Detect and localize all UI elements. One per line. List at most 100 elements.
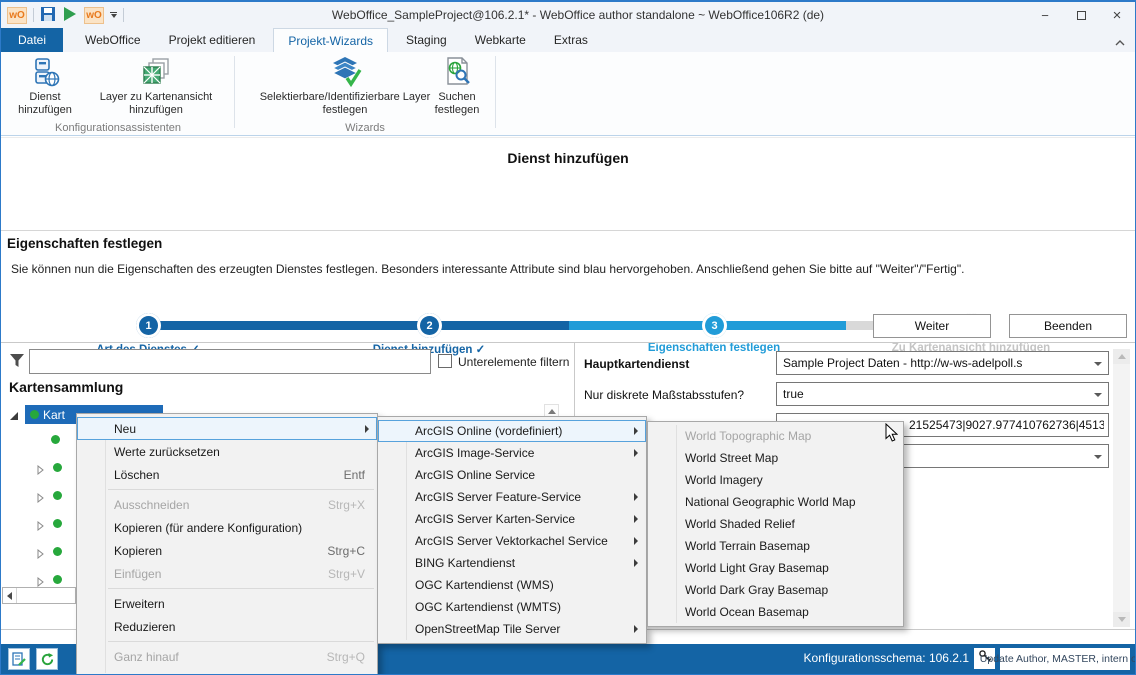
submenu-item-arcgis-online-service[interactable]: ArcGIS Online Service xyxy=(378,464,646,486)
close-button[interactable]: × xyxy=(1099,2,1135,28)
submenu-item-ogc-kartendienst-wmts[interactable]: OGC Kartendienst (WMTS) xyxy=(378,596,646,618)
menu-item-label: OGC Kartendienst (WMTS) xyxy=(415,600,561,614)
project-check-button[interactable] xyxy=(8,648,30,670)
collapse-ribbon-icon[interactable] xyxy=(1115,33,1125,51)
menu-item-kopieren-andere-konfiguration[interactable]: Kopieren (für andere Konfiguration) xyxy=(77,516,377,539)
submenu-item-world-terrain-basemap[interactable]: World Terrain Basemap xyxy=(648,535,903,557)
refresh-button[interactable] xyxy=(36,648,58,670)
ribbon-button-label: Suchen festlegen xyxy=(422,91,492,117)
tab-datei[interactable]: Datei xyxy=(1,28,63,52)
menu-item-label: Werte zurücksetzen xyxy=(114,445,220,459)
menu-item-label: Einfügen xyxy=(114,567,161,581)
menu-item-label: World Street Map xyxy=(685,451,778,465)
menu-shortcut: Strg+X xyxy=(310,498,365,512)
menu-item-label: BING Kartendienst xyxy=(415,556,515,570)
menu-item-label: World Shaded Relief xyxy=(685,517,795,531)
menu-item-neu[interactable]: Neu xyxy=(77,417,377,440)
layer-zu-kartenansicht-button[interactable]: Layer zu Kartenansicht hinzufügen xyxy=(81,55,231,117)
context-menu: Neu Werte zurücksetzen Löschen Entf Auss… xyxy=(76,413,378,675)
filter-icon xyxy=(9,353,25,373)
wizard-step-3-circle: 3 xyxy=(702,313,727,338)
submenu-item-bing-kartendienst[interactable]: BING Kartendienst xyxy=(378,552,646,574)
submenu-arrow-icon xyxy=(634,427,638,435)
ribbon-group-separator xyxy=(234,56,235,128)
submenu-item-arcgis-image-service[interactable]: ArcGIS Image-Service xyxy=(378,442,646,464)
menu-item-einfuegen: Einfügen Strg+V xyxy=(77,562,377,585)
submenu-item-world-shaded-relief[interactable]: World Shaded Relief xyxy=(648,513,903,535)
scroll-up-button[interactable] xyxy=(1113,349,1130,364)
menu-item-hinauf: Hinauf Strg+A xyxy=(77,668,377,675)
node-status-dot-icon xyxy=(53,547,62,556)
tree-expander-collapsed-icon[interactable] xyxy=(37,462,45,480)
suchen-festlegen-button[interactable]: Suchen festlegen xyxy=(422,55,492,117)
scroll-down-button[interactable] xyxy=(1113,612,1130,627)
submenu-item-openstreetmap-tile-server[interactable]: OpenStreetMap Tile Server xyxy=(378,618,646,640)
tree-expander-collapsed-icon[interactable] xyxy=(37,518,45,536)
submenu-arrow-icon xyxy=(634,559,638,567)
beenden-button[interactable]: Beenden xyxy=(1009,314,1127,338)
menu-item-werte-zuruecksetzen[interactable]: Werte zurücksetzen xyxy=(77,440,377,463)
selectable-layers-icon xyxy=(327,55,363,89)
window-title: WebOffice_SampleProject@106.2.1* - WebOf… xyxy=(161,8,995,22)
ribbon-tab-bar: Datei WebOffice Projekt editieren Projek… xyxy=(1,28,1135,52)
right-panel-scrollbar[interactable] xyxy=(1113,349,1130,627)
node-status-dot-icon xyxy=(51,435,60,444)
run-project-icon[interactable] xyxy=(62,6,78,25)
menu-item-label: Kopieren (für andere Konfiguration) xyxy=(114,521,302,535)
menu-item-label: National Geographic World Map xyxy=(685,495,856,509)
tree-horizontal-scrollbar[interactable] xyxy=(2,587,76,604)
ribbon-group-label: Konfigurationsassistenten xyxy=(3,122,233,134)
weiter-button[interactable]: Weiter xyxy=(873,314,991,338)
menu-item-loeschen[interactable]: Löschen Entf xyxy=(77,463,377,486)
tab-extras[interactable]: Extras xyxy=(540,28,602,52)
node-status-dot-icon xyxy=(53,463,62,472)
menu-item-reduzieren[interactable]: Reduzieren xyxy=(77,615,377,638)
massstabsstufen-dropdown[interactable]: true xyxy=(776,382,1109,406)
tree-expander-collapsed-icon[interactable] xyxy=(37,546,45,564)
hauptkartendienst-dropdown[interactable]: Sample Project Daten - http://w-ws-adelp… xyxy=(776,351,1109,375)
scroll-left-button[interactable] xyxy=(3,588,17,603)
ribbon-group-konfigurationsassistenten: Dienst hinzufügen Layer zu Kartenansicht… xyxy=(3,52,233,135)
submenu-item-arcgis-server-karten-service[interactable]: ArcGIS Server Karten-Service xyxy=(378,508,646,530)
menu-item-label: World Terrain Basemap xyxy=(685,539,810,553)
tree-expander-expanded-icon[interactable] xyxy=(9,408,19,426)
mouse-cursor xyxy=(885,423,898,447)
maximize-button[interactable] xyxy=(1063,2,1099,28)
filter-input[interactable] xyxy=(29,349,431,374)
node-status-dot-icon xyxy=(53,519,62,528)
menu-item-label: World Dark Gray Basemap xyxy=(685,583,828,597)
submenu-item-arcgis-server-vektorkachel-service[interactable]: ArcGIS Server Vektorkachel Service xyxy=(378,530,646,552)
minimize-button[interactable]: − xyxy=(1027,2,1063,28)
ribbon-group-label: Wizards xyxy=(236,122,494,134)
submenu-item-world-imagery[interactable]: World Imagery xyxy=(648,469,903,491)
submenu-item-world-ocean-basemap[interactable]: World Ocean Basemap xyxy=(648,601,903,623)
submenu-item-world-light-gray-basemap[interactable]: World Light Gray Basemap xyxy=(648,557,903,579)
tab-projekt-wizards[interactable]: Projekt-Wizards xyxy=(273,28,388,52)
dienst-hinzufuegen-button[interactable]: Dienst hinzufügen xyxy=(9,55,81,117)
save-icon[interactable] xyxy=(40,6,56,25)
tab-projekt-editieren[interactable]: Projekt editieren xyxy=(155,28,270,52)
unterelemente-filtern-checkbox[interactable] xyxy=(438,354,452,368)
weboffice-logo-icon[interactable]: wO xyxy=(7,7,27,24)
tab-webkarte[interactable]: Webkarte xyxy=(461,28,540,52)
wizard-step-2-circle: 2 xyxy=(417,313,442,338)
menu-item-erweitern[interactable]: Erweitern xyxy=(77,592,377,615)
submenu-item-world-dark-gray-basemap[interactable]: World Dark Gray Basemap xyxy=(648,579,903,601)
wizard-title: Dienst hinzufügen xyxy=(1,150,1135,166)
tab-staging[interactable]: Staging xyxy=(392,28,461,52)
submenu-item-arcgis-online-vordefiniert[interactable]: ArcGIS Online (vordefiniert) xyxy=(378,420,646,442)
menu-item-label: ArcGIS Server Feature-Service xyxy=(415,490,581,504)
submenu-item-national-geographic-world-map[interactable]: National Geographic World Map xyxy=(648,491,903,513)
submenu-item-world-street-map[interactable]: World Street Map xyxy=(648,447,903,469)
submenu-item-arcgis-server-feature-service[interactable]: ArcGIS Server Feature-Service xyxy=(378,486,646,508)
customize-qat-caret-icon[interactable] xyxy=(110,12,117,18)
tab-weboffice[interactable]: WebOffice xyxy=(71,28,155,52)
menu-item-kopieren[interactable]: Kopieren Strg+C xyxy=(77,539,377,562)
node-status-dot-icon xyxy=(30,410,39,419)
menu-item-label: ArcGIS Image-Service xyxy=(415,446,534,460)
tree-expander-collapsed-icon[interactable] xyxy=(37,490,45,508)
submenu-item-ogc-kartendienst-wms[interactable]: OGC Kartendienst (WMS) xyxy=(378,574,646,596)
menu-shortcut: Entf xyxy=(326,468,365,482)
weboffice-logo-icon[interactable]: wO xyxy=(84,7,104,24)
selektierbare-layer-button[interactable]: Selektierbare/Identifizierbare Layer fes… xyxy=(238,55,452,117)
